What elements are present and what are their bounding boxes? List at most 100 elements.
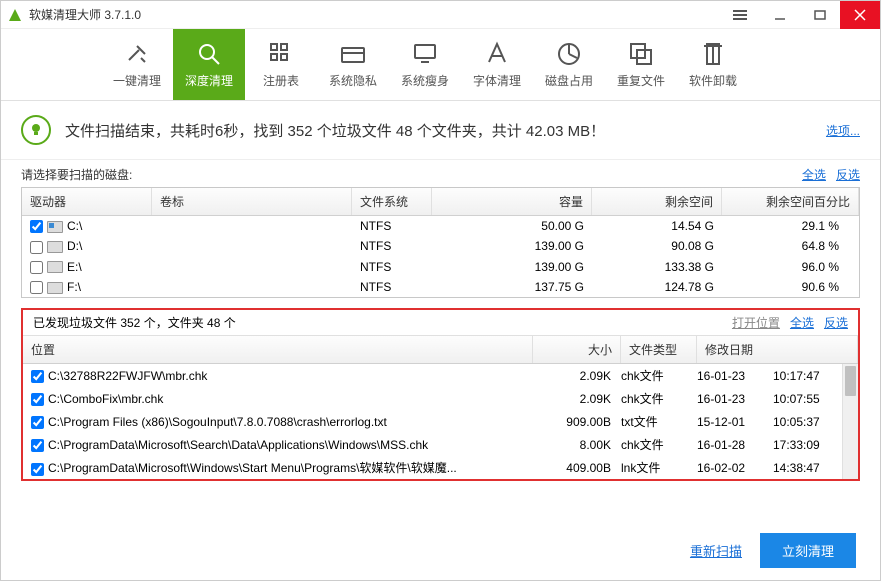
file-checkbox[interactable] (31, 370, 44, 383)
col-free-pct[interactable]: 剩余空间百分比 (722, 188, 859, 215)
results-summary: 已发现垃圾文件 352 个，文件夹 48 个 (33, 314, 236, 331)
col-drive[interactable]: 驱动器 (22, 188, 152, 215)
file-date: 15-12-01 (697, 415, 773, 429)
drive-row[interactable]: D:\NTFS139.00 G90.08 G64.8 % (22, 236, 859, 256)
drive-checkbox[interactable] (30, 220, 43, 233)
col-path[interactable]: 位置 (23, 336, 533, 363)
drive-name: F:\ (67, 280, 81, 294)
drive-capacity: 137.75 G (432, 280, 592, 294)
drive-capacity: 139.00 G (432, 260, 592, 274)
drive-free: 124.78 G (592, 280, 722, 294)
drives-label-row: 请选择要扫描的磁盘: 全选 反选 (1, 160, 880, 187)
drive-free: 14.54 G (592, 219, 722, 233)
files-body: C:\32788R22FWJFW\mbr.chk 2.09Kchk文件 16-01-… (23, 364, 858, 479)
status-row: 文件扫描结束，共耗时6秒，找到 352 个垃圾文件 48 个文件夹，共计 42.… (1, 101, 880, 160)
drive-row[interactable]: F:\NTFS137.75 G124.78 G90.6 % (22, 277, 859, 297)
drive-pct: 96.0 % (722, 260, 851, 274)
tab-slim[interactable]: 系统瘦身 (389, 29, 461, 100)
file-time: 17:33:09 (773, 438, 849, 452)
open-location-link[interactable]: 打开位置 (732, 314, 780, 331)
font-icon (483, 40, 511, 68)
drive-name: E:\ (67, 260, 82, 274)
scrollbar[interactable] (842, 364, 858, 479)
scrollbar-thumb[interactable] (845, 366, 856, 396)
close-button[interactable] (840, 1, 880, 29)
tab-label: 重复文件 (617, 72, 665, 89)
tab-label: 系统隐私 (329, 72, 377, 89)
drive-icon (47, 261, 63, 273)
col-volume[interactable]: 卷标 (152, 188, 352, 215)
tab-disk[interactable]: 磁盘占用 (533, 29, 605, 100)
clean-button[interactable]: 立刻清理 (760, 533, 856, 568)
bottom-actions: 重新扫描 立刻清理 (690, 533, 856, 568)
file-size: 2.09K (533, 369, 621, 383)
file-size: 8.00K (533, 438, 621, 452)
menu-button[interactable] (720, 1, 760, 29)
file-time: 14:38:47 (773, 461, 849, 475)
drives-select-all[interactable]: 全选 (802, 166, 826, 183)
drive-checkbox[interactable] (30, 281, 43, 294)
file-row[interactable]: C:\ComboFix\mbr.chk2.09Kchk文件16-01-2310:… (23, 387, 858, 410)
file-type: lnk文件 (621, 459, 697, 476)
file-row[interactable]: C:\Program Files (x86)\SogouInput\7.8.0.… (23, 410, 858, 433)
drive-icon (47, 241, 63, 253)
tab-privacy[interactable]: 系统隐私 (317, 29, 389, 100)
drives-prompt: 请选择要扫描的磁盘: (21, 166, 132, 183)
one-click-icon (123, 40, 151, 68)
drive-fs: NTFS (352, 280, 432, 294)
col-free[interactable]: 剩余空间 (592, 188, 722, 215)
file-time: 10:07:55 (773, 392, 849, 406)
main-toolbar: 一键清理深度清理注册表系统隐私系统瘦身字体清理磁盘占用重复文件 软件卸载 (1, 29, 880, 101)
file-type: chk文件 (621, 390, 697, 407)
slim-icon (411, 40, 439, 68)
drives-invert[interactable]: 反选 (836, 166, 860, 183)
results-select-all[interactable]: 全选 (790, 314, 814, 331)
tab-label: 软件卸载 (689, 72, 737, 89)
drive-checkbox[interactable] (30, 241, 43, 254)
minimize-button[interactable] (760, 1, 800, 29)
rescan-button[interactable]: 重新扫描 (690, 541, 742, 560)
drive-fs: NTFS (352, 219, 432, 233)
tab-one-click[interactable]: 一键清理 (101, 29, 173, 100)
file-path: C:\32788R22FWJFW\mbr.chk (48, 369, 207, 383)
file-checkbox[interactable] (31, 416, 44, 429)
col-type[interactable]: 文件类型 (621, 336, 697, 363)
dup-icon (627, 40, 655, 68)
registry-icon (267, 40, 295, 68)
col-size[interactable]: 大小 (533, 336, 621, 363)
col-fs[interactable]: 文件系统 (352, 188, 432, 215)
file-path: C:\ProgramData\Microsoft\Search\Data\App… (48, 438, 428, 452)
file-checkbox[interactable] (31, 393, 44, 406)
drive-checkbox[interactable] (30, 261, 43, 274)
window-title: 软媒清理大师 3.7.1.0 (29, 6, 720, 23)
drive-row[interactable]: E:\NTFS139.00 G133.38 G96.0 % (22, 257, 859, 277)
drive-name: C:\ (67, 219, 82, 233)
file-type: txt文件 (621, 413, 697, 430)
drive-row[interactable]: C:\NTFS50.00 G14.54 G29.1 % (22, 216, 859, 236)
col-capacity[interactable]: 容量 (432, 188, 592, 215)
tab-label: 字体清理 (473, 72, 521, 89)
file-time: 10:05:37 (773, 415, 849, 429)
file-row[interactable]: C:\ProgramData\Microsoft\Search\Data\App… (23, 433, 858, 456)
disk-icon (555, 40, 583, 68)
drive-fs: NTFS (352, 239, 432, 253)
tab-font[interactable]: 字体清理 (461, 29, 533, 100)
tab-dup[interactable]: 重复文件 (605, 29, 677, 100)
file-size: 909.00B (533, 415, 621, 429)
file-checkbox[interactable] (31, 439, 44, 452)
file-date: 16-01-28 (697, 438, 773, 452)
file-checkbox[interactable] (31, 463, 44, 476)
tab-uninstall[interactable]: 软件卸载 (677, 29, 749, 100)
maximize-button[interactable] (800, 1, 840, 29)
tab-registry[interactable]: 注册表 (245, 29, 317, 100)
options-link[interactable]: 选项... (826, 122, 860, 139)
drives-table: 驱动器 卷标 文件系统 容量 剩余空间 剩余空间百分比 C:\NTFS50.00… (21, 187, 860, 298)
file-row[interactable]: C:\32788R22FWJFW\mbr.chk2.09Kchk文件16-01-… (23, 364, 858, 387)
file-row[interactable]: C:\ProgramData\Microsoft\Windows\Start M… (23, 456, 858, 479)
hamburger-icon (733, 10, 747, 20)
drive-name: D:\ (67, 239, 82, 253)
tab-deep-clean[interactable]: 深度清理 (173, 29, 245, 100)
results-invert[interactable]: 反选 (824, 314, 848, 331)
col-date[interactable]: 修改日期 (697, 336, 858, 363)
drive-capacity: 50.00 G (432, 219, 592, 233)
